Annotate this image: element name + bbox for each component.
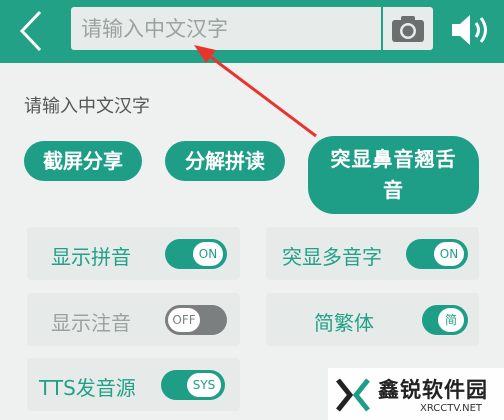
- x-logo-icon: [336, 378, 370, 412]
- annotation-arrow-icon: [194, 45, 317, 138]
- input-hint-label: 请输入中文汉字: [24, 96, 150, 117]
- camera-button[interactable]: [383, 7, 433, 50]
- screenshot-share-button[interactable]: 截屏分享: [24, 141, 142, 181]
- show-zhuyin-label: 显示注音: [51, 311, 131, 335]
- simp-trad-toggle[interactable]: 简: [422, 305, 468, 335]
- split-pinyin-button[interactable]: 分解拼读: [165, 141, 285, 181]
- toggle-state: ON: [193, 242, 223, 266]
- show-zhuyin-toggle[interactable]: OFF: [165, 305, 227, 335]
- show-zhuyin-row: 显示注音 OFF: [27, 293, 240, 346]
- tts-source-toggle[interactable]: SYS: [161, 370, 225, 400]
- back-button[interactable]: [10, 8, 50, 54]
- toggle-state: SYS: [187, 373, 221, 397]
- watermark: 鑫锐软件园 XRCCTV.NET: [328, 368, 504, 420]
- simp-trad-label: 简繁体: [314, 311, 374, 335]
- toggle-state: ON: [434, 242, 464, 266]
- show-pinyin-label: 显示拼音: [51, 245, 131, 269]
- highlight-polyphone-row: 突显多音字 ON: [266, 227, 479, 280]
- highlight-polyphone-label: 突显多音字: [282, 245, 382, 269]
- simp-trad-row: 简繁体 简: [266, 293, 479, 346]
- show-pinyin-toggle[interactable]: ON: [165, 239, 227, 269]
- button-label-line2: 音: [383, 178, 404, 202]
- camera-icon: [392, 15, 424, 42]
- watermark-brand: 鑫锐软件园: [378, 378, 488, 402]
- tts-source-label: TTS发音源: [39, 376, 136, 400]
- button-label-line1: 突显鼻音翘舌: [330, 147, 457, 171]
- highlight-nasal-retroflex-button[interactable]: 突显鼻音翘舌 音: [308, 136, 479, 214]
- watermark-url: XRCCTV.NET: [420, 403, 483, 414]
- chevron-left-icon: [19, 10, 42, 52]
- toggle-state: 简: [438, 308, 464, 332]
- highlight-polyphone-toggle[interactable]: ON: [406, 239, 468, 269]
- toggle-state: OFF: [168, 308, 200, 332]
- tts-source-row: TTS发音源 SYS: [27, 358, 240, 411]
- speaker-icon: [452, 15, 487, 45]
- speaker-button[interactable]: [448, 10, 494, 50]
- show-pinyin-row: 显示拼音 ON: [27, 227, 240, 280]
